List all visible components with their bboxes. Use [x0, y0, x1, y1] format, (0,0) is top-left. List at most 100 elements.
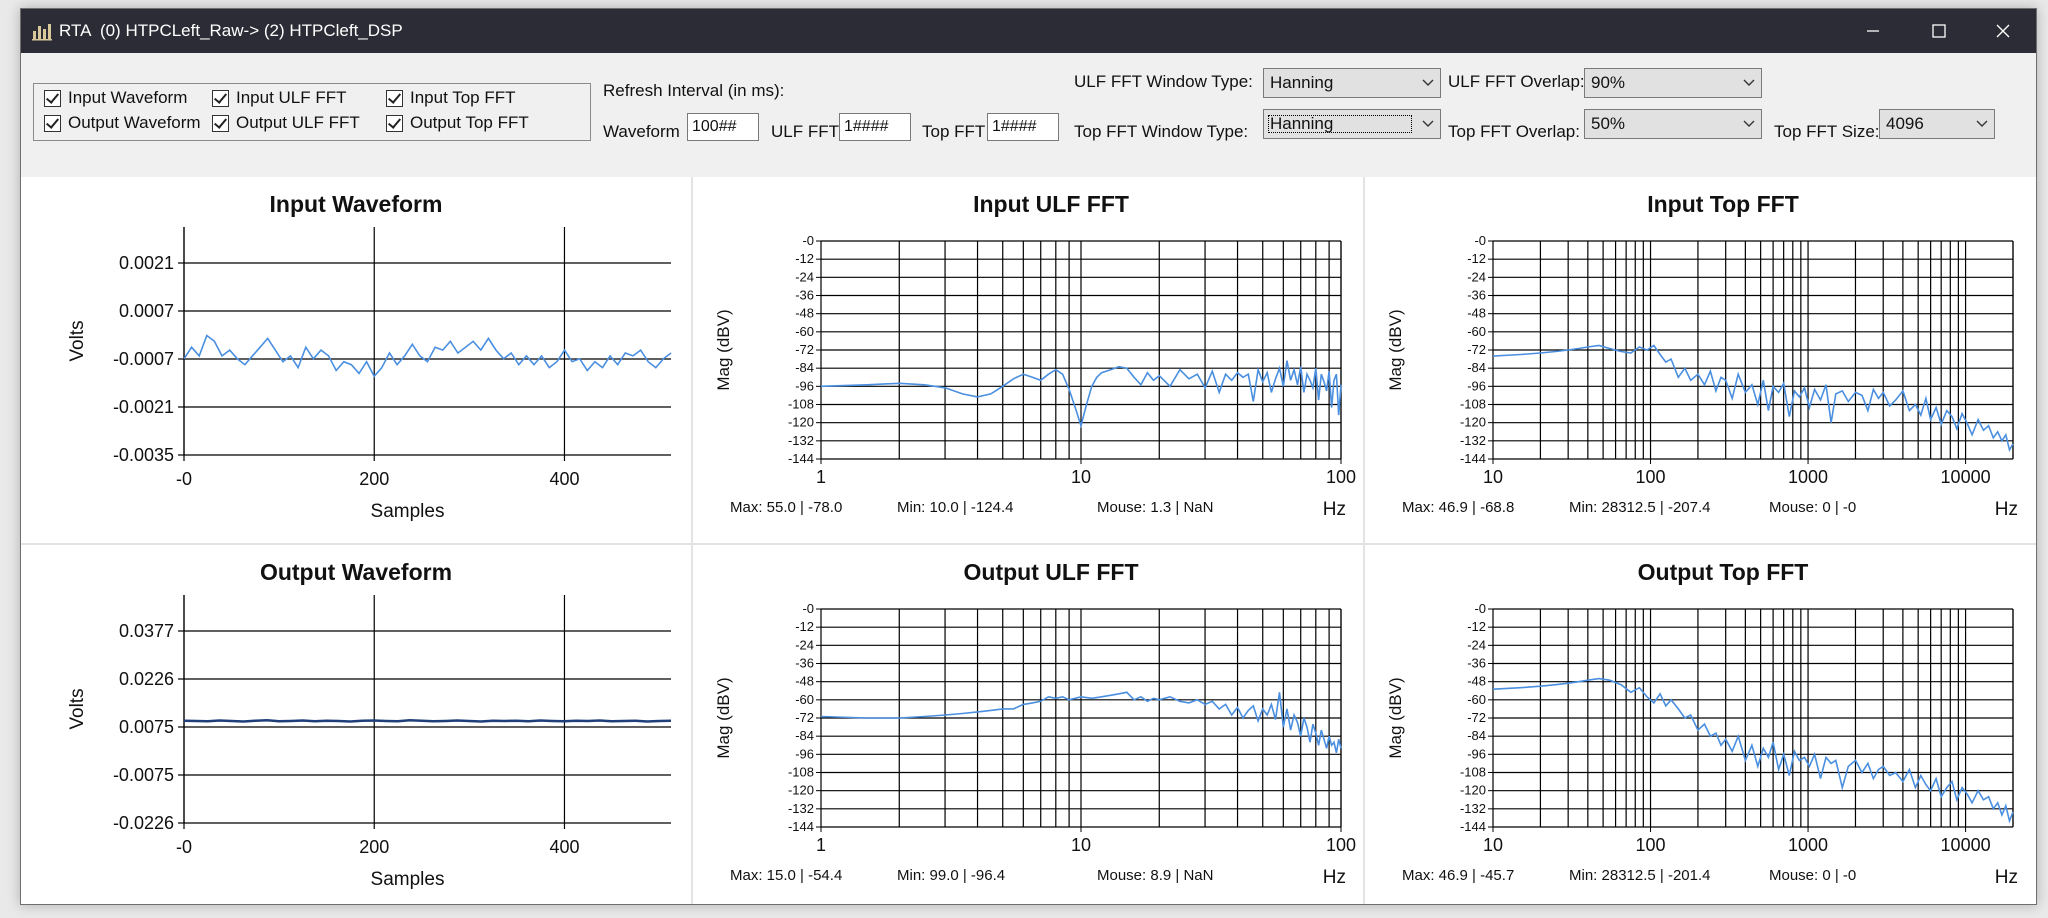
y-tick-label: -144: [1460, 451, 1486, 466]
y-tick-label: -24: [1467, 637, 1486, 652]
select-value: 4096: [1886, 114, 1924, 133]
top-overlap-select[interactable]: 50%: [1584, 109, 1762, 139]
checkbox-label: Output Top FFT: [410, 113, 529, 132]
checkbox-checked-icon: [212, 114, 229, 132]
top-overlap-label: Top FFT Overlap:: [1448, 122, 1580, 141]
ulf-window-type-label: ULF FFT Window Type:: [1074, 72, 1253, 91]
top-window-type-select[interactable]: Hanning: [1263, 109, 1441, 139]
output-waveform-panel: Output Waveform 0.0377 0.0226 0.0075 -0.0075…: [21, 545, 691, 904]
checkbox-checked-icon: [386, 114, 403, 132]
x-tick-label: 10000: [1941, 467, 1991, 487]
y-tick-label: -24: [795, 637, 814, 652]
title-bar[interactable]: RTA (0) HTPCLeft_Raw-> (2) HTPCleft_DSP: [21, 9, 2036, 53]
input-waveform-checkbox[interactable]: Input Waveform: [44, 87, 187, 109]
y-tick-label: -120: [788, 415, 814, 430]
y-tick-label: -48: [1467, 674, 1486, 689]
mouse-readout: Mouse: 0 | -0: [1769, 867, 1856, 884]
select-value: 50%: [1591, 114, 1626, 133]
close-button[interactable]: [1970, 9, 2036, 53]
ulf-fft-interval-label: ULF FFT: [771, 122, 839, 141]
y-tick-label: -108: [1460, 765, 1486, 780]
chevron-down-icon: [1737, 110, 1761, 138]
x-axis-label: Samples: [371, 501, 445, 522]
ulf-window-type-select[interactable]: Hanning: [1263, 68, 1441, 98]
mouse-readout: Mouse: 8.9 | NaN: [1097, 867, 1213, 884]
checkbox-checked-icon: [212, 89, 229, 107]
maximize-button[interactable]: [1906, 9, 1972, 53]
x-axis-label: Hz: [1323, 499, 1346, 520]
output-ulf-fft-chart[interactable]: Output ULF FFT -0 -12 -24 -36 -48 -60 -72 -84 -96…: [693, 545, 1363, 904]
y-tick-label: -72: [795, 710, 814, 725]
y-tick-label: -84: [795, 728, 814, 743]
input-waveform-panel: Input Waveform 0.0021 0.0007 -0.0007 -0.0021…: [21, 177, 691, 543]
input-top-fft-chart[interactable]: Input Top FFT -0 -12 -24 -36 -48 -60 -72 -84 -96 -…: [1365, 177, 2036, 543]
y-tick-label: -12: [1467, 251, 1486, 266]
output-top-fft-checkbox[interactable]: Output Top FFT: [386, 112, 529, 134]
output-waveform-chart[interactable]: Output Waveform 0.0377 0.0226 0.0075 -0.0075…: [21, 545, 691, 904]
y-tick-label: -120: [1460, 783, 1486, 798]
app-chart-icon: [32, 24, 52, 41]
ulf-fft-interval-input[interactable]: [839, 113, 911, 141]
x-tick-label: 100: [1636, 835, 1666, 855]
checkbox-label: Input ULF FFT: [236, 88, 347, 107]
y-tick-label: -60: [795, 692, 814, 707]
y-tick-label: -144: [788, 451, 814, 466]
waveform-trace: [183, 718, 672, 723]
output-top-fft-panel: Output Top FFT -0 -12 -24 -36 -48 -60 -72 -84 -96…: [1365, 545, 2036, 904]
y-tick-label: -84: [1467, 728, 1486, 743]
y-tick-label: -108: [788, 397, 814, 412]
y-tick-label: -60: [795, 324, 814, 339]
y-tick-label: -12: [795, 251, 814, 266]
maximize-icon: [1932, 24, 1946, 38]
x-tick-label: 100: [1636, 467, 1666, 487]
y-tick-label: 0.0007: [119, 301, 174, 321]
top-fft-size-select[interactable]: 4096: [1879, 109, 1995, 139]
y-tick-label: -120: [1460, 415, 1486, 430]
y-tick-label: -24: [1467, 269, 1486, 284]
y-tick-label: -132: [1460, 801, 1486, 816]
y-tick-label: -144: [1460, 819, 1486, 834]
y-tick-label: -36: [795, 288, 814, 303]
top-fft-interval-input[interactable]: [987, 113, 1059, 141]
y-tick-label: 0.0377: [119, 621, 174, 641]
max-readout: Max: 46.9 | -68.8: [1402, 499, 1514, 516]
top-window-type-label: Top FFT Window Type:: [1074, 122, 1249, 141]
ulf-overlap-select[interactable]: 90%: [1584, 68, 1762, 98]
x-tick-label: 10000: [1941, 835, 1991, 855]
chart-title: Input Top FFT: [1647, 191, 1799, 217]
y-tick-label: 0.0226: [119, 669, 174, 689]
checkbox-label: Input Waveform: [68, 88, 188, 107]
input-top-fft-checkbox[interactable]: Input Top FFT: [386, 87, 516, 109]
output-waveform-checkbox[interactable]: Output Waveform: [44, 112, 201, 134]
y-tick-label: -108: [1460, 397, 1486, 412]
output-top-fft-chart[interactable]: Output Top FFT -0 -12 -24 -36 -48 -60 -72 -84 -96…: [1365, 545, 2036, 904]
min-readout: Min: 99.0 | -96.4: [897, 867, 1005, 884]
select-value: Hanning: [1270, 73, 1334, 92]
y-tick-label: -72: [1467, 342, 1486, 357]
minimize-button[interactable]: [1840, 9, 1906, 53]
y-tick-label: -0.0007: [113, 349, 174, 369]
input-ulf-fft-chart[interactable]: Input ULF FFT -0 -12 -24 -36 -48 -60 -72 -84 -96 -…: [693, 177, 1363, 543]
output-ulf-fft-checkbox[interactable]: Output ULF FFT: [212, 112, 360, 134]
y-tick-label: -0: [802, 233, 814, 248]
y-tick-label: -120: [788, 783, 814, 798]
y-tick-label: -12: [795, 619, 814, 634]
y-tick-label: -0: [802, 601, 814, 616]
x-tick-label: 200: [359, 837, 389, 857]
y-tick-label: -60: [1467, 324, 1486, 339]
input-ulf-fft-checkbox[interactable]: Input ULF FFT: [212, 87, 347, 109]
y-axis-label: Mag (dBV): [714, 309, 733, 390]
x-tick-label: 200: [359, 469, 389, 489]
y-tick-label: -0.0226: [113, 813, 174, 833]
y-tick-label: -12: [1467, 619, 1486, 634]
min-readout: Min: 28312.5 | -201.4: [1569, 867, 1711, 884]
x-tick-label: -0: [176, 837, 192, 857]
y-tick-label: -24: [795, 269, 814, 284]
mouse-readout: Mouse: 0 | -0: [1769, 499, 1856, 516]
top-fft-size-label: Top FFT Size:: [1774, 122, 1880, 141]
input-waveform-chart[interactable]: Input Waveform 0.0021 0.0007 -0.0007 -0.0021…: [21, 177, 691, 543]
x-tick-label: 100: [1326, 467, 1356, 487]
waveform-trace: [183, 334, 672, 378]
spectrum-trace: [1492, 344, 2014, 453]
waveform-interval-input[interactable]: [687, 113, 759, 141]
